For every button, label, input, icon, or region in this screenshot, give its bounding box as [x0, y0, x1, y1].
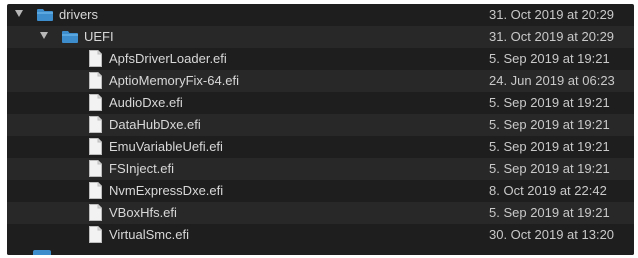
folder-icon — [37, 9, 53, 21]
list-row-file[interactable]: EmuVariableUefi.efi 5. Sep 2019 at 19:21 — [7, 136, 634, 158]
list-row-file[interactable]: AptioMemoryFix-64.efi 24. Jun 2019 at 06… — [7, 70, 634, 92]
folder-icon — [33, 250, 51, 255]
document-icon — [89, 116, 102, 133]
document-icon — [89, 50, 102, 67]
row-name: FSInject.efi — [109, 161, 175, 176]
disclosure-triangle-expanded-icon[interactable] — [15, 10, 23, 17]
row-name: AptioMemoryFix-64.efi — [109, 73, 240, 88]
list-row-file[interactable]: NvmExpressDxe.efi 8. Oct 2019 at 22:42 — [7, 180, 634, 202]
row-date-modified: 8. Oct 2019 at 22:42 — [489, 183, 607, 198]
document-icon — [89, 94, 102, 111]
row-date-modified: 31. Oct 2019 at 20:29 — [489, 29, 615, 44]
row-date-modified: 5. Sep 2019 at 19:21 — [489, 139, 610, 154]
list-row-partial[interactable] — [7, 247, 634, 255]
row-name: NvmExpressDxe.efi — [109, 183, 224, 198]
document-icon — [89, 182, 102, 199]
row-date-modified: 5. Sep 2019 at 19:21 — [489, 161, 610, 176]
list-row-file[interactable]: VirtualSmc.efi 30. Oct 2019 at 13:20 — [7, 224, 634, 246]
folder-icon — [62, 31, 78, 43]
row-date-modified: 31. Oct 2019 at 20:29 — [489, 7, 615, 22]
document-icon — [89, 160, 102, 177]
row-name: AudioDxe.efi — [109, 95, 183, 110]
row-date-modified: 5. Sep 2019 at 19:21 — [489, 95, 610, 110]
list-row-file[interactable]: DataHubDxe.efi 5. Sep 2019 at 19:21 — [7, 114, 634, 136]
list-row-file[interactable]: ApfsDriverLoader.efi 5. Sep 2019 at 19:2… — [7, 48, 634, 70]
row-date-modified: 24. Jun 2019 at 06:23 — [489, 73, 615, 88]
list-row-file[interactable]: VBoxHfs.efi 5. Sep 2019 at 19:21 — [7, 202, 634, 224]
list-row-drivers[interactable]: drivers 31. Oct 2019 at 20:29 — [7, 4, 634, 26]
list-row-file[interactable]: AudioDxe.efi 5. Sep 2019 at 19:21 — [7, 92, 634, 114]
finder-list-view: drivers 31. Oct 2019 at 20:29 UEFI 31. O… — [7, 4, 634, 255]
row-name: EmuVariableUefi.efi — [109, 139, 223, 154]
row-name: drivers — [59, 7, 99, 22]
row-name: UEFI — [84, 29, 114, 44]
row-name: ApfsDriverLoader.efi — [109, 51, 227, 66]
list-row-file[interactable]: FSInject.efi 5. Sep 2019 at 19:21 — [7, 158, 634, 180]
row-name: VirtualSmc.efi — [109, 227, 189, 242]
row-date-modified: 5. Sep 2019 at 19:21 — [489, 205, 610, 220]
disclosure-triangle-expanded-icon[interactable] — [40, 32, 48, 39]
document-icon — [89, 204, 102, 221]
document-icon — [89, 138, 102, 155]
row-name: DataHubDxe.efi — [109, 117, 201, 132]
row-date-modified: 5. Sep 2019 at 19:21 — [489, 51, 610, 66]
document-icon — [89, 72, 102, 89]
row-date-modified: 30. Oct 2019 at 13:20 — [489, 227, 615, 242]
document-icon — [89, 226, 102, 243]
row-date-modified: 5. Sep 2019 at 19:21 — [489, 117, 610, 132]
list-row-uefi[interactable]: UEFI 31. Oct 2019 at 20:29 — [7, 26, 634, 48]
row-name: VBoxHfs.efi — [109, 205, 177, 220]
